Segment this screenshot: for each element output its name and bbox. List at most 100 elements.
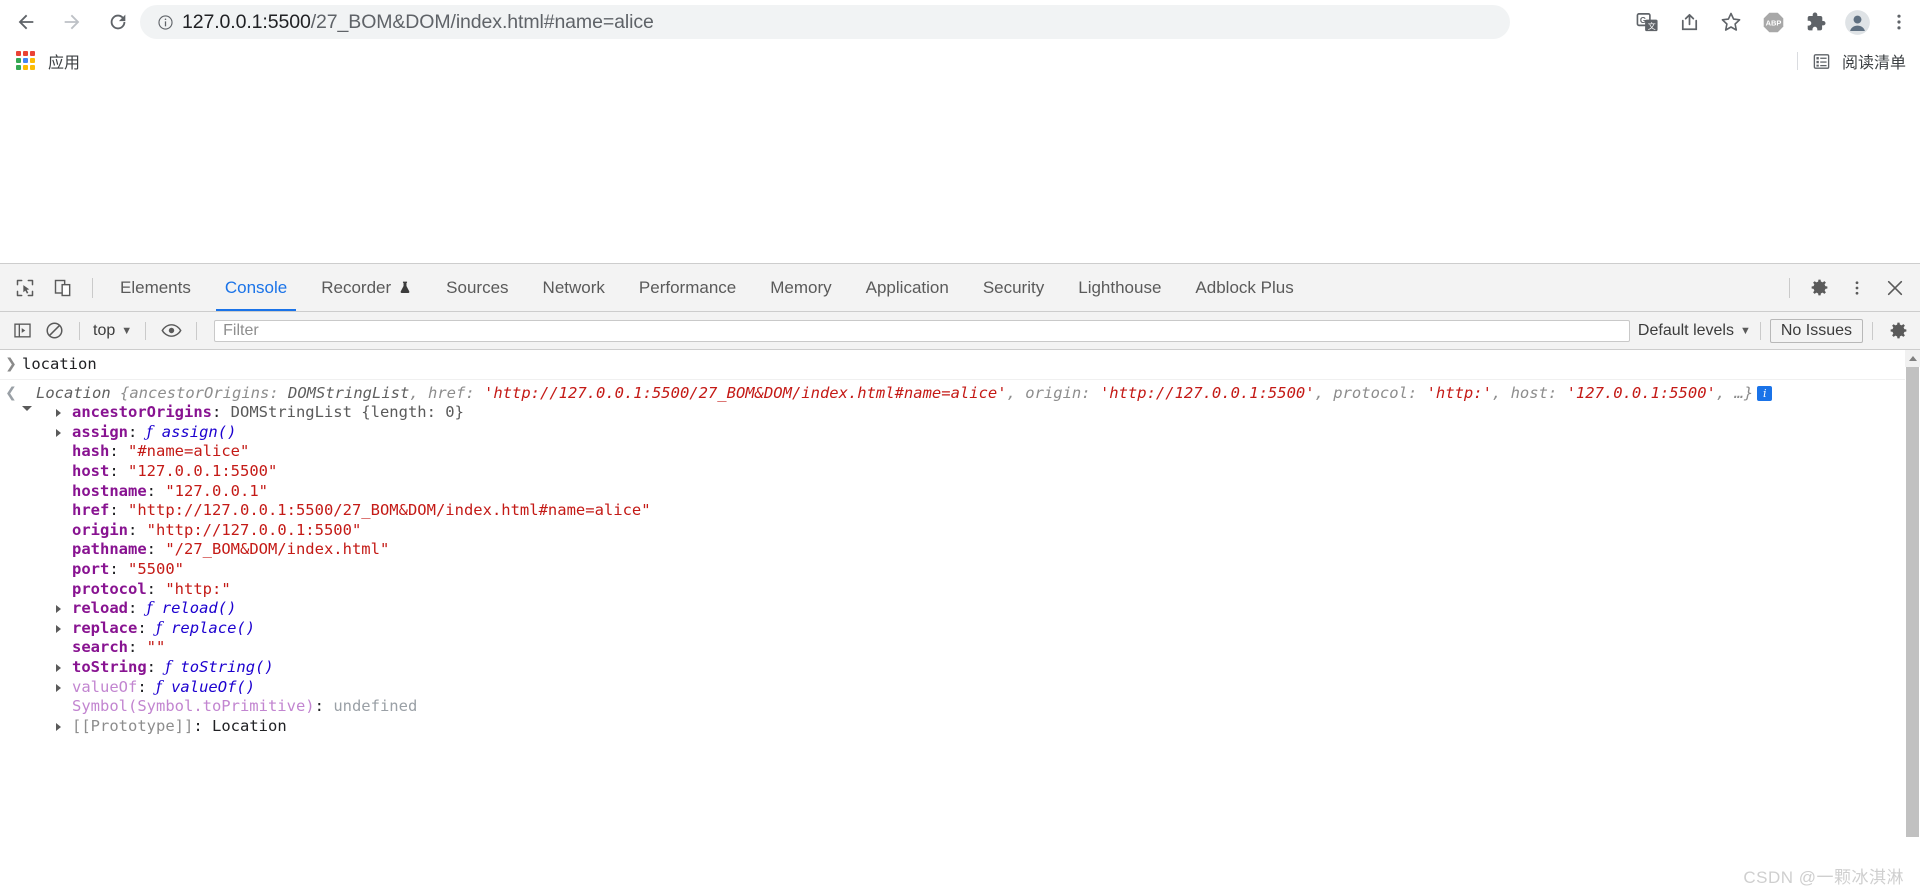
- console-scrollbar[interactable]: [1905, 350, 1920, 896]
- property-key: protocol: [72, 579, 147, 598]
- tab-label: Security: [982, 277, 1045, 297]
- execution-context-selector[interactable]: top ▼: [89, 322, 136, 340]
- reading-list-label[interactable]: 阅读清单: [1842, 49, 1906, 73]
- console-toolbar: top ▼ Filter Default levels ▼ No Issues: [0, 312, 1920, 350]
- property-key: valueOf: [72, 677, 138, 696]
- address-bar[interactable]: 127.0.0.1:5500/27_BOM&DOM/index.html#nam…: [140, 5, 1510, 39]
- preview-value: '127.0.0.1:5500': [1566, 383, 1716, 402]
- preview-key: origin: [1025, 383, 1082, 402]
- property-row-prototype[interactable]: [[Prototype]]: Location: [56, 717, 1890, 737]
- property-row-assign[interactable]: assign: ƒ assign(): [56, 423, 1890, 443]
- share-icon[interactable]: [1668, 1, 1710, 43]
- devtools-tabbar-actions: [1779, 264, 1914, 311]
- object-preview-header[interactable]: Location {ancestorOrigins: DOMStringList…: [22, 383, 1890, 411]
- url-host: 127.0.0.1:5500: [182, 10, 311, 33]
- clear-console-icon[interactable]: [38, 315, 70, 347]
- tabbar-divider: [92, 277, 93, 298]
- bookmarks-bar: 应用 阅读清单: [0, 44, 1920, 79]
- tab-recorder[interactable]: Recorder: [304, 264, 429, 311]
- tab-label: Application: [865, 277, 949, 297]
- reload-button[interactable]: [98, 2, 138, 42]
- property-value: "http:": [165, 579, 231, 598]
- scrollbar-thumb[interactable]: [1906, 367, 1919, 837]
- tab-label: Sources: [446, 277, 509, 297]
- console-result-row: ❮ Location {ancestorOrigins: DOMStringLi…: [0, 380, 1920, 737]
- extensions-puzzle-icon[interactable]: [1794, 1, 1836, 43]
- scroll-up-button[interactable]: [1905, 350, 1920, 367]
- console-filter-placeholder: Filter: [223, 321, 259, 339]
- property-row-toString[interactable]: toString: ƒ toString(): [56, 658, 1890, 678]
- bookmark-star-icon[interactable]: [1710, 1, 1752, 43]
- console-result-content: Location {ancestorOrigins: DOMStringList…: [22, 384, 1920, 737]
- property-key: host: [72, 461, 110, 480]
- tab-performance[interactable]: Performance: [622, 264, 753, 311]
- tab-application[interactable]: Application: [849, 264, 966, 311]
- issues-button[interactable]: No Issues: [1769, 318, 1863, 343]
- adblock-plus-icon[interactable]: ABP: [1752, 1, 1794, 43]
- tab-console[interactable]: Console: [208, 264, 304, 311]
- property-row-symbol-toPrimitive: Symbol(Symbol.toPrimitive): undefined: [72, 697, 418, 716]
- expand-triangle-icon[interactable]: [56, 722, 61, 731]
- expand-triangle-icon[interactable]: [56, 428, 61, 437]
- site-info-icon[interactable]: [152, 9, 178, 35]
- property-row-replace[interactable]: replace: ƒ replace(): [56, 619, 1890, 639]
- tab-lighthouse[interactable]: Lighthouse: [1061, 264, 1178, 311]
- expand-triangle-icon[interactable]: [22, 405, 32, 411]
- prompt-chevron-right-icon: ❯: [5, 356, 17, 372]
- info-badge-icon[interactable]: i: [1757, 385, 1773, 401]
- property-row-hostname: hostname: "127.0.0.1": [72, 481, 268, 500]
- preview-value: 'http://127.0.0.1:5500/27_BOM&DOM/index.…: [484, 383, 1007, 402]
- expand-triangle-icon[interactable]: [56, 663, 61, 672]
- console-toolbar-divider-4: [1759, 321, 1761, 340]
- console-settings-gear-icon[interactable]: [1882, 315, 1914, 347]
- property-value: "#name=alice": [128, 442, 250, 461]
- forward-button[interactable]: [52, 2, 92, 42]
- preview-sep: :: [1407, 383, 1427, 402]
- tab-label: Recorder: [321, 277, 392, 297]
- back-button[interactable]: [6, 2, 46, 42]
- svg-text:ABP: ABP: [1765, 18, 1781, 27]
- bookmark-apps-label[interactable]: 应用: [48, 49, 80, 73]
- translate-icon[interactable]: G 文: [1626, 1, 1668, 43]
- close-devtools-icon[interactable]: [1876, 269, 1914, 307]
- console-toolbar-divider-2: [145, 321, 147, 340]
- preview-value: 'http://127.0.0.1:5500': [1099, 383, 1315, 402]
- flask-icon: [398, 280, 412, 295]
- property-key: toString: [72, 657, 147, 676]
- property-row-host: host: "127.0.0.1:5500": [72, 461, 278, 480]
- tab-label: Lighthouse: [1078, 277, 1162, 297]
- console-filter-input[interactable]: Filter: [214, 319, 1630, 342]
- tab-memory[interactable]: Memory: [753, 264, 848, 311]
- preview-key: href: [428, 383, 466, 402]
- property-value: valueOf(): [171, 677, 256, 696]
- chrome-menu-icon[interactable]: [1878, 1, 1920, 43]
- reading-list-icon[interactable]: [1812, 51, 1832, 71]
- console-output[interactable]: ❯ location ❮ Location {ancestorOrigins: …: [0, 350, 1920, 896]
- tab-sources[interactable]: Sources: [429, 264, 525, 311]
- property-value: toString(): [180, 657, 274, 676]
- tab-security[interactable]: Security: [966, 264, 1061, 311]
- inspect-element-icon[interactable]: [6, 269, 44, 307]
- apps-grid-icon[interactable]: [16, 51, 36, 71]
- preview-sep: :: [1081, 383, 1100, 402]
- tab-network[interactable]: Network: [526, 264, 622, 311]
- device-toolbar-icon[interactable]: [44, 269, 82, 307]
- expand-triangle-icon[interactable]: [56, 409, 61, 418]
- settings-gear-icon[interactable]: [1800, 269, 1838, 307]
- profile-avatar-icon[interactable]: [1836, 1, 1878, 43]
- property-row-port: port: "5500": [72, 559, 184, 578]
- log-levels-selector[interactable]: Default levels ▼: [1638, 322, 1751, 340]
- tab-label: Adblock Plus: [1195, 277, 1294, 297]
- expand-triangle-icon[interactable]: [56, 683, 61, 692]
- more-options-icon[interactable]: [1838, 269, 1876, 307]
- property-row-valueOf[interactable]: valueOf: ƒ valueOf(): [56, 678, 1890, 698]
- tab-elements[interactable]: Elements: [103, 264, 208, 311]
- live-expression-eye-icon[interactable]: [155, 315, 187, 347]
- property-row-reload[interactable]: reload: ƒ reload(): [56, 599, 1890, 619]
- tab-adblock-plus[interactable]: Adblock Plus: [1178, 264, 1310, 311]
- expand-triangle-icon[interactable]: [56, 624, 61, 633]
- expand-triangle-icon[interactable]: [56, 605, 61, 614]
- devtools-tabbar: Elements Console Recorder Sources Networ…: [0, 264, 1920, 312]
- property-row-ancestorOrigins[interactable]: ancestorOrigins: DOMStringList {length: …: [56, 403, 1890, 423]
- console-sidebar-icon[interactable]: [6, 315, 38, 347]
